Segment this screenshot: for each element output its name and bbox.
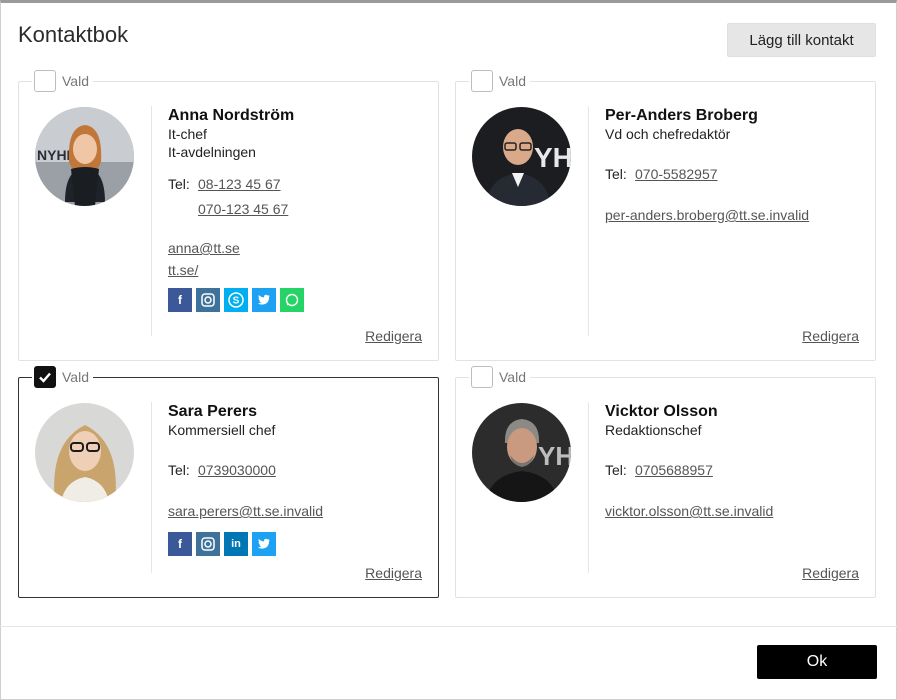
phone-row: Tel: 070-5582957 <box>605 165 859 190</box>
facebook-icon[interactable]: f <box>168 288 192 312</box>
phone-row: Tel: 0739030000 <box>168 461 422 486</box>
footer-divider <box>0 626 897 627</box>
contact-info: Anna Nordström It-chef It-avdelningen Te… <box>168 106 422 312</box>
edit-link[interactable]: Redigera <box>365 565 422 581</box>
avatar: YH <box>472 107 571 206</box>
contact-info: Per-Anders Broberg Vd och chefredaktör T… <box>605 106 859 226</box>
phone-link[interactable]: 0739030000 <box>198 461 276 479</box>
card-divider <box>151 402 152 573</box>
edit-link[interactable]: Redigera <box>365 328 422 344</box>
contact-department: It-avdelningen <box>168 144 256 160</box>
selected-legend: Vald <box>469 366 530 388</box>
contact-name: Anna Nordström <box>168 107 295 124</box>
ok-button[interactable]: Ok <box>757 645 877 679</box>
email-link[interactable]: anna@tt.se <box>168 237 422 259</box>
contact-title: Kommersiell chef <box>168 422 276 438</box>
contact-card: Vald YH Vicktor Olsson Redaktionschef Te… <box>455 366 876 598</box>
tel-label: Tel: <box>168 176 190 192</box>
select-checkbox[interactable] <box>471 366 493 388</box>
svg-text:YH: YH <box>534 142 571 173</box>
phone-link[interactable]: 070-123 45 67 <box>198 200 288 218</box>
selected-legend: Vald <box>469 70 530 92</box>
avatar: YH <box>472 403 571 502</box>
social-icons: f in <box>168 532 422 556</box>
tel-label: Tel: <box>605 462 627 478</box>
selected-label: Vald <box>62 369 89 385</box>
select-checkbox[interactable] <box>471 70 493 92</box>
twitter-icon[interactable] <box>252 288 276 312</box>
phone-row: Tel: 08-123 45 67 070-123 45 67 <box>168 175 422 225</box>
phone-row: Tel: 0705688957 <box>605 461 859 486</box>
add-contact-button[interactable]: Lägg till kontakt <box>727 23 876 57</box>
tel-label: Tel: <box>605 166 627 182</box>
card-divider <box>151 106 152 336</box>
contact-title: Redaktionschef <box>605 422 702 438</box>
avatar <box>35 403 134 502</box>
contact-title: Vd och chefredaktör <box>605 126 731 142</box>
phone-link[interactable]: 0705688957 <box>635 461 713 479</box>
linkedin-icon[interactable]: in <box>224 532 248 556</box>
card-divider <box>588 106 589 336</box>
instagram-icon[interactable] <box>196 532 220 556</box>
tel-label: Tel: <box>168 462 190 478</box>
contact-name: Vicktor Olsson <box>605 403 718 420</box>
skype-icon[interactable]: S <box>224 288 248 312</box>
facebook-icon[interactable]: f <box>168 532 192 556</box>
whatsapp-icon[interactable] <box>280 288 304 312</box>
contact-card: Vald Sara Perers Kommersiell chef Tel: 0… <box>18 366 439 598</box>
card-divider <box>588 402 589 573</box>
email-link[interactable]: sara.perers@tt.se.invalid <box>168 500 422 522</box>
edit-link[interactable]: Redigera <box>802 565 859 581</box>
selected-label: Vald <box>499 73 526 89</box>
contact-info: Sara Perers Kommersiell chef Tel: 073903… <box>168 402 422 556</box>
phone-link[interactable]: 070-5582957 <box>635 165 718 183</box>
selected-legend: Vald <box>32 366 93 388</box>
contact-info: Vicktor Olsson Redaktionschef Tel: 07056… <box>605 402 859 522</box>
email-link[interactable]: per-anders.broberg@tt.se.invalid <box>605 204 859 226</box>
email-link[interactable]: vicktor.olsson@tt.se.invalid <box>605 500 859 522</box>
avatar: NYHE <box>35 107 134 206</box>
contact-name: Sara Perers <box>168 403 257 420</box>
contact-card: Vald NYHE Anna Nordström It-chef It-avde… <box>18 70 439 361</box>
dialog-title: Kontaktbok <box>18 22 129 47</box>
contact-card: Vald YH Per-Anders Broberg Vd och chefre… <box>455 70 876 361</box>
selected-label: Vald <box>499 369 526 385</box>
svg-text:YH: YH <box>538 441 571 471</box>
svg-text:S: S <box>233 296 240 307</box>
selected-legend: Vald <box>32 70 93 92</box>
select-checkbox[interactable] <box>34 366 56 388</box>
selected-label: Vald <box>62 73 89 89</box>
social-icons: f S <box>168 288 422 312</box>
select-checkbox[interactable] <box>34 70 56 92</box>
edit-link[interactable]: Redigera <box>802 328 859 344</box>
twitter-icon[interactable] <box>252 532 276 556</box>
instagram-icon[interactable] <box>196 288 220 312</box>
website-link[interactable]: tt.se/ <box>168 259 422 281</box>
contact-name: Per-Anders Broberg <box>605 107 758 124</box>
contact-title: It-chef <box>168 126 207 142</box>
phone-link[interactable]: 08-123 45 67 <box>198 175 288 193</box>
